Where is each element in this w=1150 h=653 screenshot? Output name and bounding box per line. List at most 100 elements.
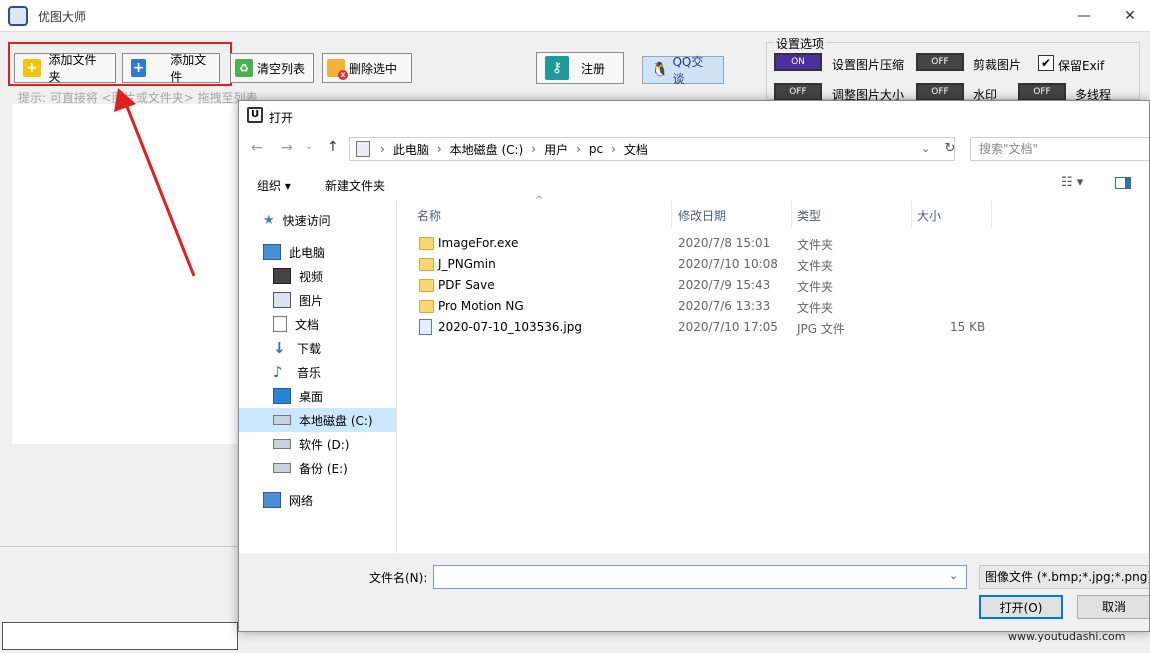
file-row[interactable]: Pro Motion NG 2020/7/6 13:33 文件夹 bbox=[419, 296, 1059, 317]
open-dialog: U 打开 ← → ⌄ ↑ › 此电脑 › 本地磁盘 (C:) › 用户 › pc… bbox=[238, 100, 1150, 632]
breadcrumb-pc[interactable]: 此电脑 bbox=[393, 141, 429, 158]
cancel-button[interactable]: 取消 bbox=[1077, 595, 1150, 619]
nav-documents[interactable]: 文档 bbox=[239, 312, 396, 336]
nav-pictures[interactable]: 图片 bbox=[239, 288, 396, 312]
recent-chevron-icon[interactable]: ⌄ bbox=[305, 141, 313, 152]
nav-divider bbox=[396, 201, 397, 553]
drive-icon bbox=[273, 463, 291, 473]
qq-chat-button[interactable]: 🐧 QQ交谈 bbox=[642, 56, 724, 84]
file-row[interactable]: J_PNGmin 2020/7/10 10:08 文件夹 bbox=[419, 254, 1059, 275]
nav-label: 本地磁盘 (C:) bbox=[299, 412, 373, 429]
file-type: 文件夹 bbox=[797, 299, 833, 316]
column-name[interactable]: 名称 bbox=[417, 207, 441, 224]
file-row[interactable]: PDF Save 2020/7/9 15:43 文件夹 bbox=[419, 275, 1059, 296]
settings-title: 设置选项 bbox=[774, 35, 826, 52]
add-file-button[interactable]: + 添加文件 bbox=[122, 53, 220, 83]
clear-list-button[interactable]: ♻ 清空列表 bbox=[230, 53, 314, 83]
app-title: 优图大师 bbox=[38, 8, 86, 25]
add-folder-label: 添加文件夹 bbox=[49, 51, 107, 85]
nav-label: 桌面 bbox=[299, 388, 323, 405]
file-name: 2020-07-10_103536.jpg bbox=[438, 320, 582, 334]
breadcrumb-pc-user[interactable]: pc bbox=[589, 142, 603, 156]
folder-icon bbox=[419, 237, 434, 250]
open-button[interactable]: 打开(O) bbox=[979, 595, 1063, 619]
breadcrumb-users[interactable]: 用户 bbox=[544, 141, 568, 158]
address-dropdown-icon[interactable]: ⌄ bbox=[921, 138, 937, 160]
file-type: 文件夹 bbox=[797, 257, 833, 274]
new-folder-button[interactable]: 新建文件夹 bbox=[325, 177, 385, 194]
compress-toggle[interactable]: ON bbox=[774, 53, 822, 71]
music-icon: ♪ bbox=[273, 363, 289, 381]
nav-music[interactable]: ♪ 音乐 bbox=[239, 360, 396, 384]
nav-this-pc[interactable]: 此电脑 bbox=[239, 240, 396, 264]
column-type[interactable]: 类型 bbox=[797, 207, 821, 224]
column-date[interactable]: 修改日期 bbox=[678, 207, 726, 224]
filename-label: 文件名(N): bbox=[369, 569, 427, 586]
add-file-label: 添加文件 bbox=[170, 51, 211, 85]
nav-label: 软件 (D:) bbox=[299, 436, 349, 453]
minimize-button[interactable]: — bbox=[1072, 4, 1096, 28]
watermark-toggle[interactable]: OFF bbox=[916, 83, 964, 101]
add-folder-button[interactable]: + 添加文件夹 bbox=[14, 53, 116, 83]
back-arrow-icon[interactable]: ← bbox=[251, 140, 263, 156]
column-divider bbox=[791, 201, 792, 227]
organize-button[interactable]: 组织 ▾ bbox=[257, 177, 291, 194]
nav-label: 音乐 bbox=[297, 364, 321, 381]
nav-downloads[interactable]: ↓ 下载 bbox=[239, 336, 396, 360]
refresh-icon[interactable]: ↻ bbox=[939, 138, 961, 160]
forward-arrow-icon[interactable]: → bbox=[281, 140, 293, 156]
main-title-bar: 优图大师 — ✕ bbox=[0, 0, 1150, 32]
file-row[interactable]: ImageFor.exe 2020/7/8 15:01 文件夹 bbox=[419, 233, 1059, 254]
qq-chat-label: QQ交谈 bbox=[672, 53, 715, 87]
nav-drive-d[interactable]: 软件 (D:) bbox=[239, 432, 396, 456]
column-divider bbox=[671, 201, 672, 227]
file-list-area[interactable] bbox=[12, 104, 242, 444]
file-row[interactable]: 2020-07-10_103536.jpg 2020/7/10 17:05 JP… bbox=[419, 317, 1059, 338]
column-size[interactable]: 大小 bbox=[917, 207, 941, 224]
breadcrumb-documents[interactable]: 文档 bbox=[624, 141, 648, 158]
nav-local-disk-c[interactable]: 本地磁盘 (C:) bbox=[239, 408, 396, 432]
resize-toggle[interactable]: OFF bbox=[774, 83, 822, 101]
close-button[interactable]: ✕ bbox=[1118, 4, 1142, 28]
keep-exif-label: 保留Exif bbox=[1058, 57, 1104, 74]
preview-pane-icon[interactable] bbox=[1115, 177, 1131, 189]
register-button[interactable]: ⚷ 注册 bbox=[536, 52, 624, 84]
filename-input[interactable] bbox=[433, 565, 967, 589]
delete-selected-button[interactable]: x 删除选中 bbox=[322, 53, 412, 83]
network-icon bbox=[263, 492, 281, 508]
up-arrow-icon[interactable]: ↑ bbox=[327, 139, 339, 155]
multithread-toggle[interactable]: OFF bbox=[1018, 83, 1066, 101]
qq-penguin-icon: 🐧 bbox=[651, 62, 668, 78]
filetype-select[interactable]: 图像文件 (*.bmp;*.jpg;*.png) bbox=[979, 565, 1150, 589]
nav-desktop[interactable]: 桌面 bbox=[239, 384, 396, 408]
nav-label: 下载 bbox=[297, 340, 321, 357]
breadcrumb-c[interactable]: 本地磁盘 (C:) bbox=[450, 141, 524, 158]
address-bar[interactable]: › 此电脑 › 本地磁盘 (C:) › 用户 › pc › 文档 bbox=[349, 137, 955, 161]
nav-label: 文档 bbox=[295, 316, 319, 333]
recycle-icon: ♻ bbox=[235, 59, 253, 77]
nav-videos[interactable]: 视频 bbox=[239, 264, 396, 288]
column-divider bbox=[991, 201, 992, 227]
file-name: ImageFor.exe bbox=[438, 236, 518, 250]
file-date: 2020/7/10 17:05 bbox=[678, 320, 778, 334]
register-label: 注册 bbox=[581, 60, 605, 77]
keep-exif-checkbox[interactable]: ✔ bbox=[1038, 55, 1054, 71]
nav-label: 此电脑 bbox=[289, 244, 325, 261]
dialog-app-icon: U bbox=[247, 107, 263, 123]
file-date: 2020/7/9 15:43 bbox=[678, 278, 770, 292]
search-input[interactable]: 搜索"文档" bbox=[970, 137, 1150, 161]
compress-label: 设置图片压缩 bbox=[832, 56, 904, 73]
download-icon: ↓ bbox=[273, 339, 289, 357]
nav-network[interactable]: 网络 bbox=[239, 488, 396, 512]
file-date: 2020/7/6 13:33 bbox=[678, 299, 770, 313]
view-options-icon[interactable]: ☷ ▾ bbox=[1061, 175, 1083, 190]
nav-quick-access[interactable]: ★ 快速访问 bbox=[239, 208, 396, 232]
crop-toggle[interactable]: OFF bbox=[916, 53, 964, 71]
desktop-icon bbox=[273, 388, 291, 404]
key-icon: ⚷ bbox=[545, 56, 569, 80]
sort-ascending-icon: ^ bbox=[535, 195, 543, 206]
star-icon: ★ bbox=[263, 213, 275, 228]
file-name: J_PNGmin bbox=[438, 257, 496, 271]
filename-dropdown-icon[interactable]: ⌄ bbox=[949, 569, 958, 582]
nav-drive-e[interactable]: 备份 (E:) bbox=[239, 456, 396, 480]
